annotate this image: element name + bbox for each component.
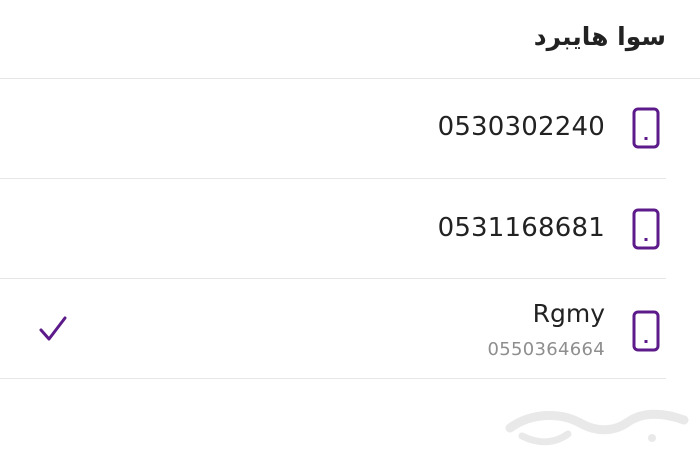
checkmark-icon [38, 315, 68, 343]
phone-icon [632, 208, 660, 250]
row-divider [0, 378, 666, 379]
phone-icon [632, 107, 660, 149]
line-number: 0531168681 [437, 213, 605, 243]
line-item-1[interactable]: 0530302240 [0, 79, 700, 179]
page-title: سوا هايبرد [533, 22, 666, 51]
line-number: 0530302240 [437, 112, 605, 142]
line-item-3[interactable]: Rgmy 0550364664 [0, 279, 700, 379]
line-item-2[interactable]: 0531168681 [0, 179, 700, 279]
haraj-watermark-logo [502, 398, 692, 450]
line-name: Rgmy [532, 299, 605, 328]
line-number: 0550364664 [487, 339, 605, 360]
line-list: 0530302240 0531168681 Rgmy 0550364664 [0, 79, 700, 379]
phone-icon [632, 310, 660, 352]
